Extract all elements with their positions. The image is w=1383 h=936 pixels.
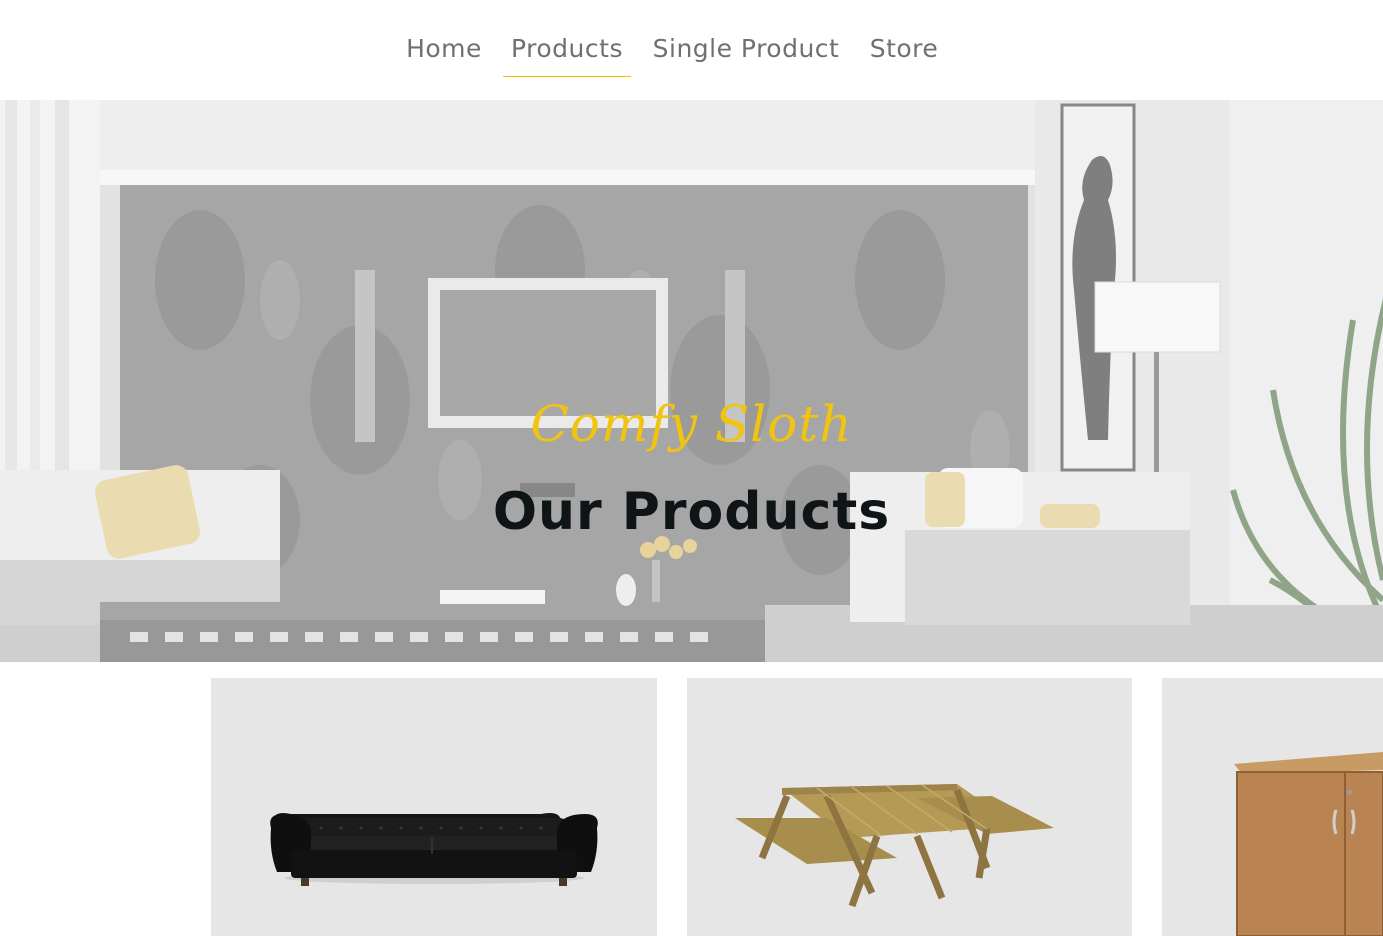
hero-subtitle: Comfy Sloth xyxy=(530,395,853,453)
cabinet-image xyxy=(1234,752,1383,936)
hero-title: Our Products xyxy=(492,482,891,542)
hero-banner: Comfy Sloth Our Products xyxy=(0,100,1383,662)
product-card[interactable] xyxy=(687,678,1132,936)
nav-link-home[interactable]: Home xyxy=(404,30,484,70)
picnic-table-image xyxy=(735,784,1054,908)
product-card[interactable] xyxy=(211,678,657,936)
nav-link-single-product[interactable]: Single Product xyxy=(650,30,842,70)
product-card[interactable] xyxy=(1162,678,1383,936)
sofa-image xyxy=(270,813,598,886)
living-room-background-image xyxy=(0,100,1383,662)
nav-link-products[interactable]: Products xyxy=(503,30,631,77)
top-navbar: Home Products Single Product Store xyxy=(0,0,1383,100)
nav-link-store[interactable]: Store xyxy=(864,30,944,70)
